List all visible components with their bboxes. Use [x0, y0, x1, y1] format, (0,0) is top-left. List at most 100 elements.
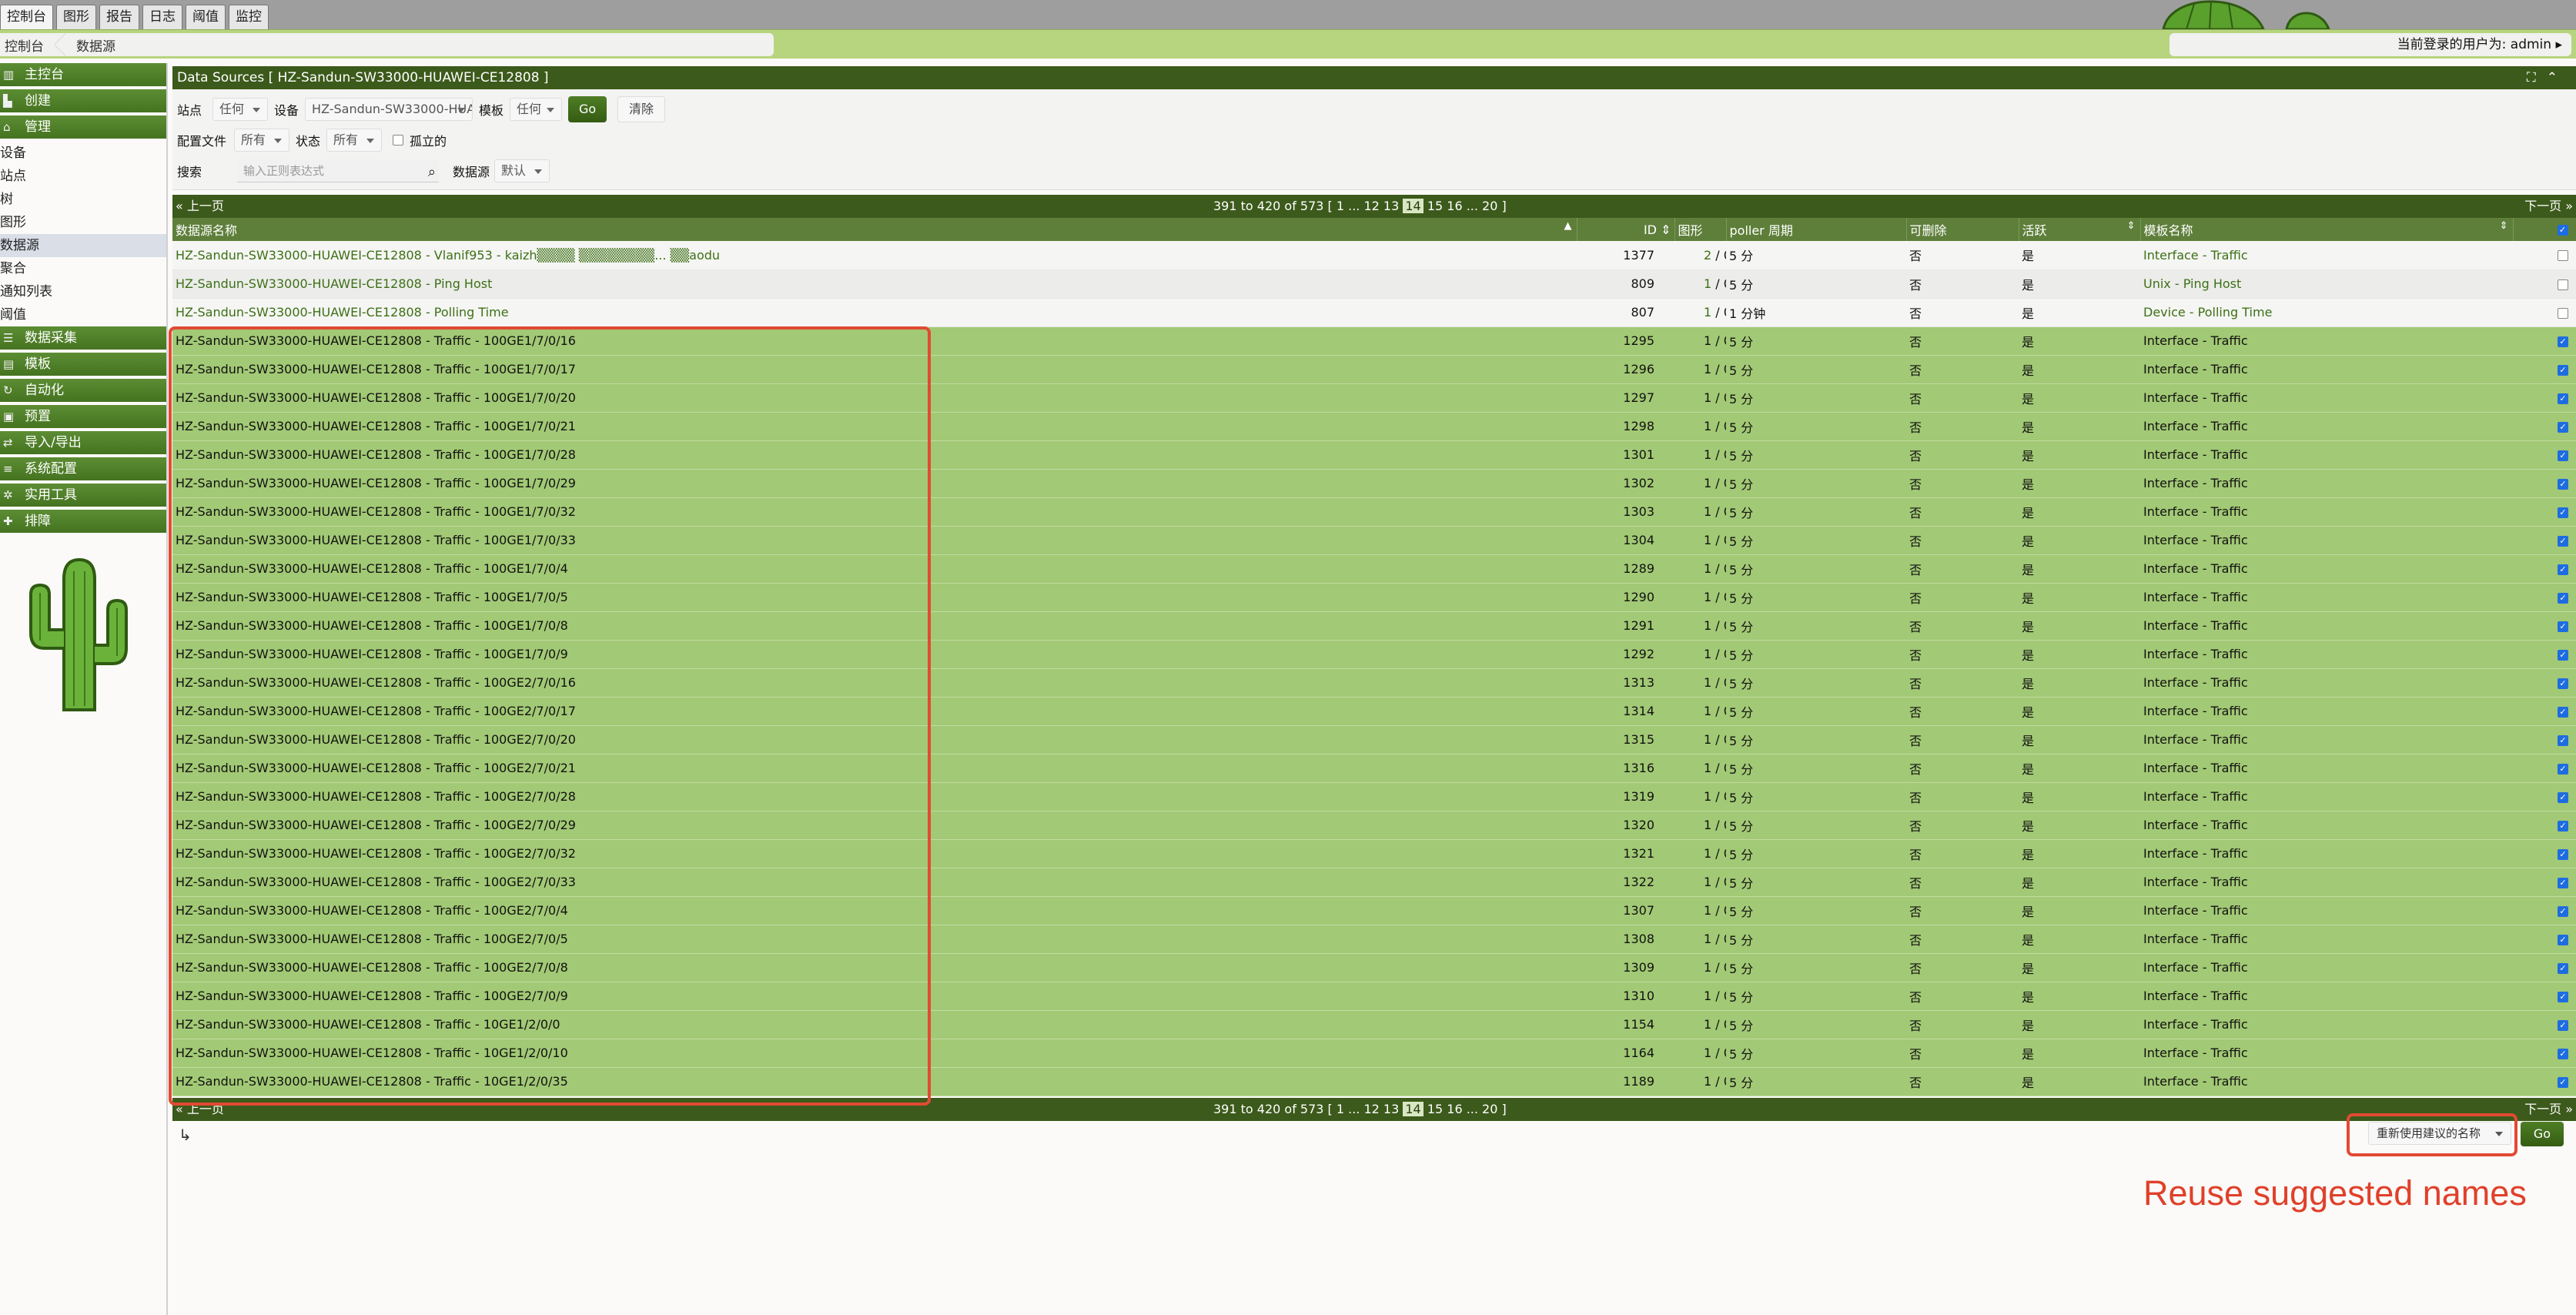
row-checkbox[interactable]: ✓	[2558, 535, 2568, 547]
row-checkbox[interactable]: ✓	[2558, 564, 2568, 575]
page-links[interactable]: 1 ... 12 13	[1333, 1102, 1403, 1116]
sidebar-header-data-collection[interactable]: ☰ 数据采集	[0, 326, 166, 350]
sidebar-header-templates[interactable]: ▤ 模板	[0, 353, 166, 376]
column-header-id[interactable]: ID ⇕	[1577, 218, 1675, 241]
row-checkbox[interactable]	[2558, 279, 2568, 290]
go-button[interactable]: Go	[568, 96, 607, 122]
row-checkbox[interactable]: ✓	[2558, 962, 2568, 974]
prev-page-link[interactable]: « 上一页	[176, 195, 224, 218]
sidebar-item-devices[interactable]: 设备	[0, 142, 166, 165]
user-info[interactable]: 当前登录的用户为: admin ▸	[2170, 33, 2571, 56]
row-select-cell[interactable]: ✓	[2513, 611, 2576, 640]
ds-name-cell[interactable]: HZ-Sandun-SW33000-HUAWEI-CE12808 - Polli…	[172, 298, 1577, 326]
table-row[interactable]: HZ-Sandun-SW33000-HUAWEI-CE12808 - Ping …	[172, 269, 2576, 298]
datasource-select[interactable]: 默认	[494, 159, 550, 182]
row-select-cell[interactable]: ✓	[2513, 497, 2576, 526]
row-select-cell[interactable]: ✓	[2513, 554, 2576, 583]
row-checkbox[interactable]: ✓	[2558, 1076, 2568, 1088]
ds-template-cell[interactable]: Interface - Traffic	[2140, 241, 2513, 269]
row-select-cell[interactable]: ✓	[2513, 982, 2576, 1010]
row-checkbox[interactable]	[2558, 307, 2568, 319]
sidebar-item-trees[interactable]: 树	[0, 188, 166, 211]
row-checkbox[interactable]: ✓	[2558, 336, 2568, 347]
sidebar-item-thresholds[interactable]: 阈值	[0, 303, 166, 326]
row-select-cell[interactable]: ✓	[2513, 1067, 2576, 1096]
tab-reports[interactable]: 报告	[99, 5, 139, 29]
row-checkbox[interactable]: ✓	[2558, 877, 2568, 888]
page-links[interactable]: 15 16 ... 20 ]	[1423, 1102, 1507, 1116]
graph-count[interactable]: 1	[1704, 305, 1711, 320]
row-checkbox[interactable]: ✓	[2558, 649, 2568, 661]
row-select-cell[interactable]: ✓	[2513, 953, 2576, 982]
row-checkbox[interactable]: ✓	[2558, 1019, 2568, 1031]
action-go-button[interactable]: Go	[2521, 1122, 2564, 1146]
row-select-cell[interactable]	[2513, 298, 2576, 326]
row-select-cell[interactable]: ✓	[2513, 326, 2576, 355]
row-select-cell[interactable]: ✓	[2513, 640, 2576, 668]
sidebar-item-aggregates[interactable]: 聚合	[0, 257, 166, 280]
tab-monitor[interactable]: 监控	[229, 5, 269, 29]
row-select-cell[interactable]: ✓	[2513, 754, 2576, 782]
search-icon[interactable]: ⌕	[428, 161, 436, 184]
row-checkbox[interactable]: ✓	[2558, 991, 2568, 1002]
tab-graphs[interactable]: 图形	[56, 5, 96, 29]
expand-icon[interactable]: ⛶	[2527, 70, 2547, 85]
row-select-cell[interactable]: ✓	[2513, 383, 2576, 412]
row-checkbox[interactable]: ✓	[2558, 820, 2568, 831]
sidebar-header-management[interactable]: ⌂ 管理	[0, 115, 166, 139]
column-header-template[interactable]: 模板名称 ⇕	[2140, 218, 2514, 241]
next-page-link[interactable]: 下一页 »	[2524, 195, 2573, 218]
row-checkbox[interactable]: ✓	[2558, 450, 2568, 461]
sidebar-header-utilities[interactable]: ✲ 实用工具	[0, 484, 166, 507]
table-row[interactable]: HZ-Sandun-SW33000-HUAWEI-CE12808 - Polli…	[172, 298, 2576, 326]
row-checkbox[interactable]: ✓	[2558, 1048, 2568, 1059]
row-select-cell[interactable]: ✓	[2513, 725, 2576, 754]
row-checkbox[interactable]: ✓	[2558, 734, 2568, 746]
row-checkbox[interactable]: ✓	[2558, 364, 2568, 376]
row-select-cell[interactable]: ✓	[2513, 697, 2576, 725]
breadcrumb-console[interactable]: 控制台	[5, 35, 44, 55]
sidebar-item-notification-lists[interactable]: 通知列表	[0, 280, 166, 303]
row-select-cell[interactable]: ✓	[2513, 412, 2576, 440]
row-checkbox[interactable]: ✓	[2558, 905, 2568, 917]
row-checkbox[interactable]: ✓	[2558, 791, 2568, 803]
tab-thresholds[interactable]: 阈值	[186, 5, 226, 29]
row-checkbox[interactable]: ✓	[2558, 934, 2568, 945]
sidebar-header-presets[interactable]: ▣ 预置	[0, 405, 166, 428]
next-page-link[interactable]: 下一页 »	[2524, 1098, 2573, 1121]
sidebar-item-datasources[interactable]: 数据源	[0, 234, 166, 257]
graph-count[interactable]: 1	[1704, 276, 1711, 291]
row-select-cell[interactable]: ✓	[2513, 896, 2576, 925]
row-select-cell[interactable]: ✓	[2513, 526, 2576, 554]
sidebar-header-create[interactable]: ▙ 创建	[0, 89, 166, 112]
site-select[interactable]: 任何	[212, 98, 269, 121]
profile-select[interactable]: 所有	[234, 129, 290, 152]
sidebar-header-configuration[interactable]: ≡ 系统配置	[0, 457, 166, 480]
sidebar-header-automation[interactable]: ↻ 自动化	[0, 379, 166, 402]
collapse-icon[interactable]: ⌃	[2547, 70, 2568, 85]
page-links[interactable]: 15 16 ... 20 ]	[1423, 199, 1507, 213]
orphan-checkbox[interactable]	[393, 135, 404, 146]
row-select-cell[interactable]: ✓	[2513, 868, 2576, 896]
row-select-cell[interactable]: ✓	[2513, 811, 2576, 839]
graph-count[interactable]: 2	[1704, 248, 1711, 263]
row-checkbox[interactable]: ✓	[2558, 478, 2568, 490]
device-select[interactable]: HZ-Sandun-SW33000-HUAWE	[305, 98, 473, 121]
ds-name-cell[interactable]: HZ-Sandun-SW33000-HUAWEI-CE12808 - Ping …	[172, 269, 1577, 298]
row-checkbox[interactable]: ✓	[2558, 848, 2568, 860]
row-checkbox[interactable]: ✓	[2558, 706, 2568, 718]
sidebar-item-graphs[interactable]: 图形	[0, 211, 166, 234]
row-select-cell[interactable]: ✓	[2513, 668, 2576, 697]
page-links[interactable]: 1 ... 12 13	[1333, 199, 1403, 213]
sidebar-header-import-export[interactable]: ⇄ 导入/导出	[0, 431, 166, 454]
select-all-cell[interactable]: ✓	[2513, 218, 2576, 241]
tab-console[interactable]: 控制台	[0, 5, 53, 29]
row-select-cell[interactable]: ✓	[2513, 839, 2576, 868]
row-select-cell[interactable]: ✓	[2513, 1010, 2576, 1039]
ds-template-cell[interactable]: Device - Polling Time	[2140, 298, 2513, 326]
column-header-active[interactable]: 活跃 ⇕	[2019, 218, 2141, 241]
row-select-cell[interactable]: ✓	[2513, 782, 2576, 811]
search-input[interactable]: 输入正则表达式 ⌕	[237, 159, 440, 184]
sidebar-item-sites[interactable]: 站点	[0, 165, 166, 188]
row-checkbox[interactable]: ✓	[2558, 507, 2568, 518]
